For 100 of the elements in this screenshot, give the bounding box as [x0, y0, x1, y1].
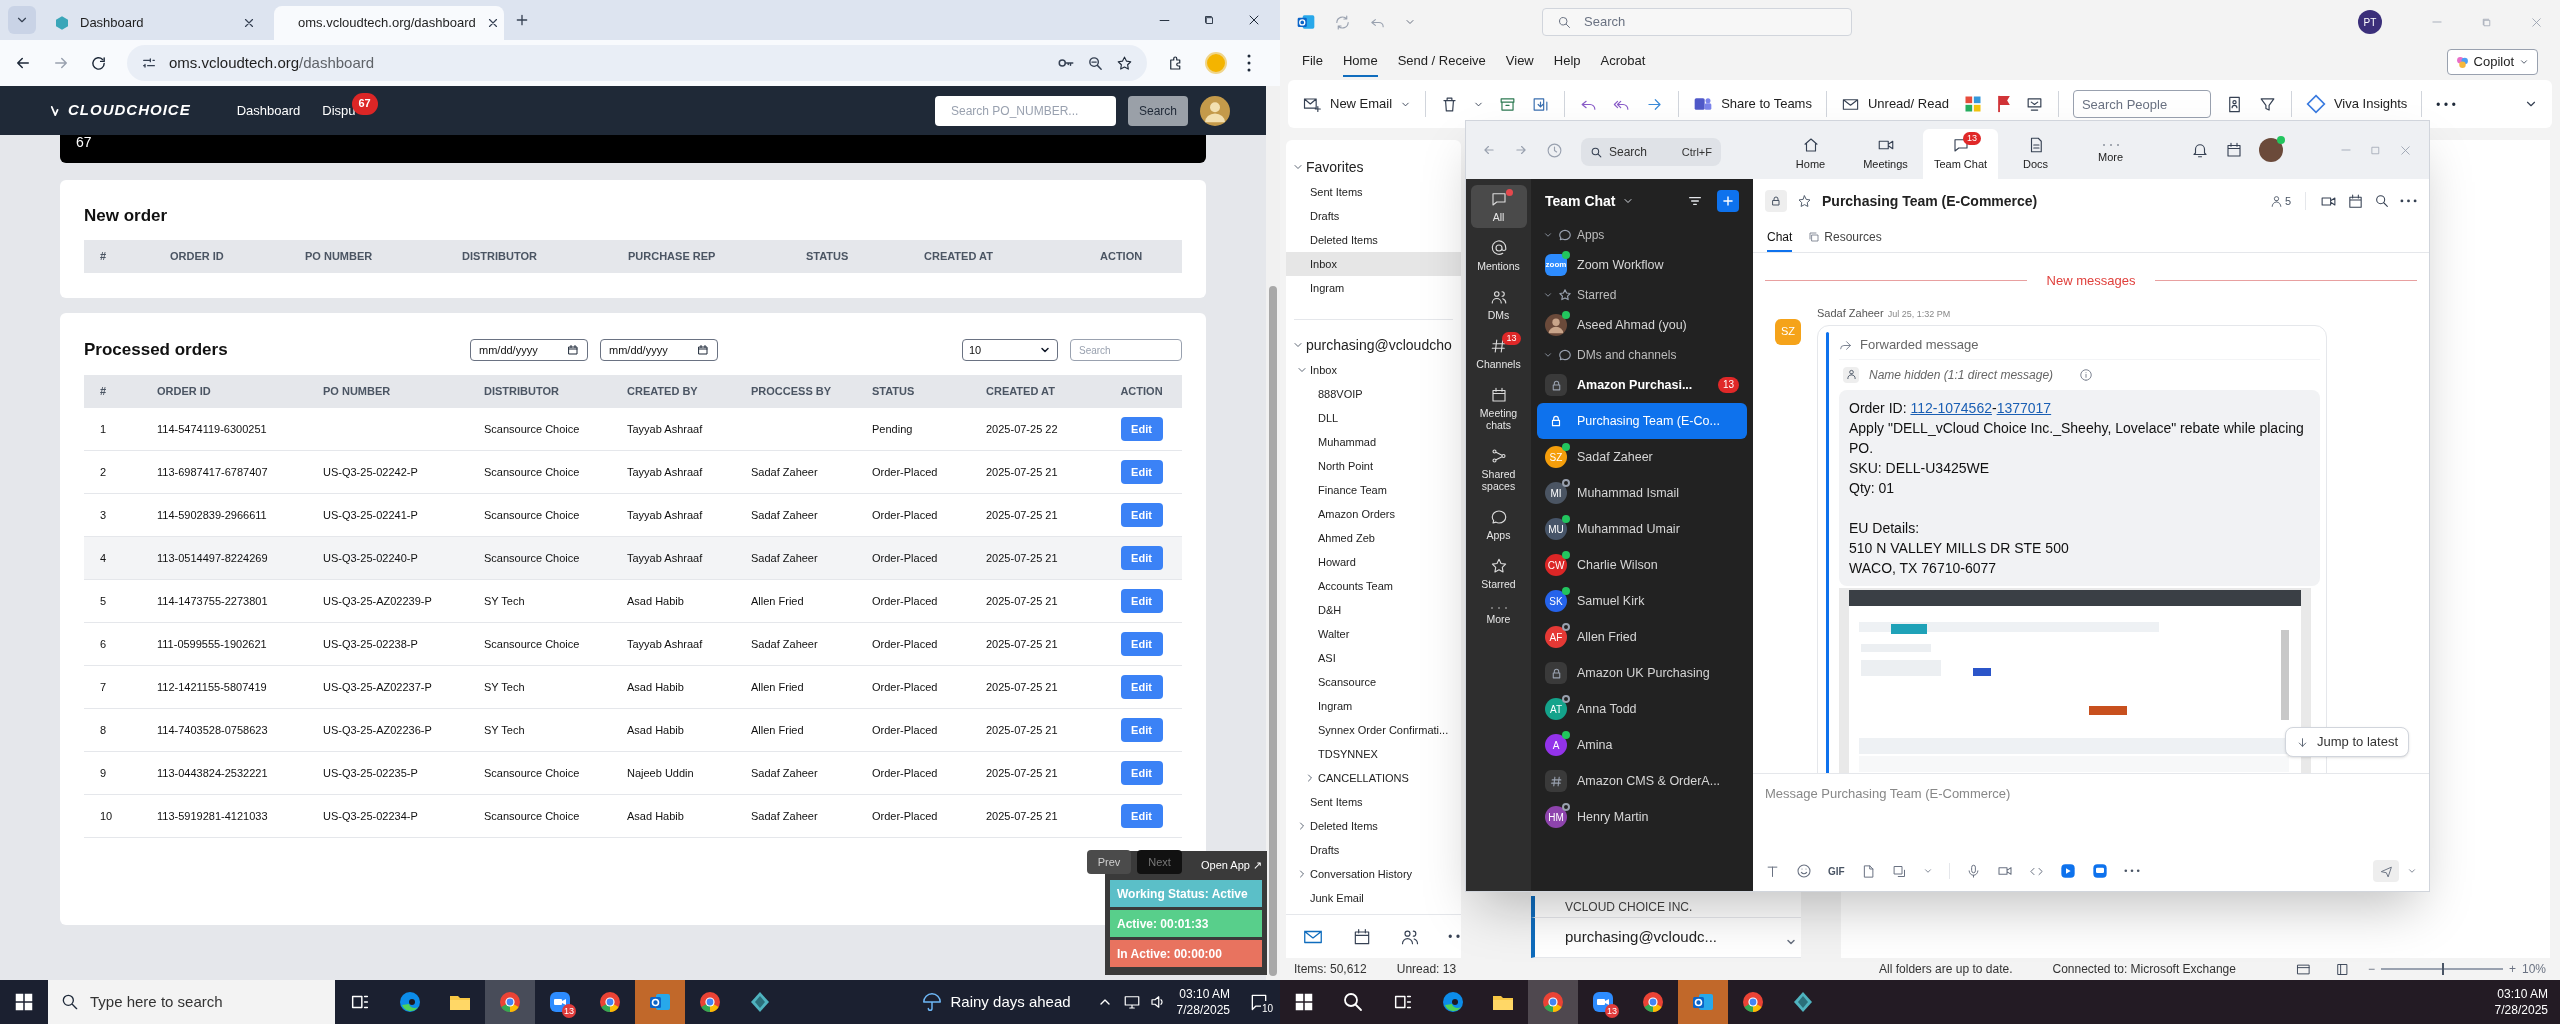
folder-item[interactable]: Walter	[1286, 622, 1461, 646]
folder-item[interactable]: Junk Email	[1286, 886, 1461, 910]
bookmark-star-icon[interactable]	[1116, 54, 1133, 72]
chat-list-item[interactable]: SK Samuel Kirk	[1537, 583, 1747, 619]
unread-button[interactable]: Unread/ Read	[1840, 94, 1949, 114]
zoom-in-button[interactable]: +	[2508, 960, 2516, 978]
section-header[interactable]: Starred	[1531, 283, 1753, 307]
zoom-out-button[interactable]: −	[2367, 960, 2375, 978]
taskbar-button[interactable]: 13	[1578, 980, 1628, 1024]
section-header[interactable]: Apps	[1531, 223, 1753, 247]
menu-tab[interactable]: Home	[1342, 47, 1378, 77]
browser-tab[interactable]: Dashboard	[40, 6, 270, 40]
new-chat-button[interactable]	[1717, 190, 1739, 212]
screenshot-icon[interactable]	[1891, 863, 1907, 879]
next-button[interactable]: Next	[1137, 850, 1182, 874]
chat-list-item[interactable]: MU Muhammad Umair	[1537, 511, 1747, 547]
chat-list-item[interactable]: Aseed Ahmad (you)	[1537, 307, 1747, 343]
account-avatar[interactable]: PT	[2358, 10, 2382, 34]
chat-list-item[interactable]: AT Anna Todd	[1537, 691, 1747, 727]
rail-item[interactable]: Shared spaces	[1470, 442, 1527, 497]
edit-button[interactable]: Edit	[1120, 761, 1163, 785]
star-icon[interactable]	[1797, 193, 1812, 209]
insights-button[interactable]: Viva Insights	[2305, 94, 2408, 114]
menu-tab[interactable]: Send / Receive	[1397, 47, 1486, 77]
share-button[interactable]: Share to Teams	[1693, 94, 1812, 114]
search-icon[interactable]	[2374, 193, 2390, 209]
info-icon[interactable]	[2079, 367, 2094, 382]
edit-button[interactable]: Edit	[1120, 546, 1163, 570]
folder-item[interactable]: Sent Items	[1286, 180, 1461, 204]
menu-icon[interactable]	[1247, 54, 1251, 72]
folder-item[interactable]: TDSYNNEX	[1286, 742, 1461, 766]
chat-list-item[interactable]: CW Charlie Wilson	[1537, 547, 1747, 583]
menu-tab[interactable]: Acrobat	[1600, 47, 1646, 77]
folder-item[interactable]: Inbox	[1286, 358, 1461, 382]
rail-item[interactable]: DMs	[1470, 283, 1527, 326]
new-email-button[interactable]: New Email	[1302, 94, 1412, 114]
nav-link[interactable]: Dashboard	[236, 100, 301, 121]
order-link[interactable]: 1377017	[1996, 399, 2052, 416]
nav-tab[interactable]: Docs	[1998, 129, 2073, 179]
bell-icon[interactable]	[2191, 141, 2209, 159]
menu-tab[interactable]: File	[1302, 47, 1323, 77]
edit-button[interactable]: Edit	[1120, 503, 1163, 527]
nav-tab[interactable]: More	[2073, 129, 2148, 179]
date-field[interactable]: mm/dd/yyyy	[470, 339, 588, 361]
menu-tab[interactable]: Help	[1553, 47, 1581, 77]
edit-button[interactable]: Edit	[1120, 675, 1163, 699]
rail-item[interactable]: Apps	[1470, 503, 1527, 546]
members-button[interactable]: 5	[2269, 192, 2291, 210]
search-button[interactable]: Search	[1127, 95, 1188, 126]
edit-button[interactable]: Edit	[1120, 460, 1163, 484]
folder-item[interactable]: purchasing@vcloudcho	[1286, 332, 1461, 358]
more-icon[interactable]	[2436, 101, 2457, 107]
folder-item[interactable]: Drafts	[1286, 838, 1461, 862]
folder-item[interactable]: Scansource	[1286, 670, 1461, 694]
chat-list-item[interactable]: HM Henry Martin	[1537, 799, 1747, 835]
order-link[interactable]: 112-1074562	[1910, 399, 1992, 416]
reading-view-icon[interactable]	[2334, 961, 2350, 977]
rail-item[interactable]: More	[1470, 601, 1527, 630]
edit-button[interactable]: Edit	[1120, 632, 1163, 656]
nav-tab[interactable]: Team Chat 13	[1923, 129, 1998, 179]
edit-button[interactable]: Edit	[1120, 718, 1163, 742]
folder-item[interactable]: Favorites	[1286, 154, 1461, 180]
folder-item[interactable]: Muhammad	[1286, 430, 1461, 454]
emoji-icon[interactable]	[1796, 863, 1812, 879]
zoom-slider[interactable]	[2380, 963, 2503, 975]
new-tab-icon[interactable]	[514, 12, 530, 28]
folder-item[interactable]: Deleted Items	[1286, 228, 1461, 252]
chat-list-item[interactable]: zoom Zoom Workflow	[1537, 247, 1747, 283]
rail-item[interactable]: Meeting chats	[1470, 381, 1527, 436]
scrollbar-thumb[interactable]	[1269, 286, 1277, 976]
restore-icon[interactable]	[1202, 13, 1216, 27]
folder-item[interactable]: Conversation History	[1286, 862, 1461, 886]
folder-item[interactable]: Finance Team	[1286, 478, 1461, 502]
normal-view-icon[interactable]	[2295, 961, 2311, 977]
close-icon[interactable]	[242, 16, 256, 30]
message-item[interactable]: purchasing@vcloudc...	[1531, 918, 1801, 958]
chat-list-item[interactable]: AF Allen Fried	[1537, 619, 1747, 655]
edit-button[interactable]: Edit	[1120, 589, 1163, 613]
chat-tab[interactable]: Chat	[1767, 224, 1793, 252]
profile-avatar[interactable]	[2259, 138, 2283, 162]
folder-item[interactable]: DLL	[1286, 406, 1461, 430]
folder-item[interactable]: 888VOIP	[1286, 382, 1461, 406]
search-field[interactable]: Search People	[2072, 90, 2211, 118]
folder-item[interactable]: Sent Items	[1286, 790, 1461, 814]
search-field[interactable]: Type here to search	[48, 980, 335, 1024]
edit-button[interactable]: Edit	[1120, 417, 1163, 441]
section-header[interactable]: DMs and channels	[1531, 343, 1753, 367]
search-field[interactable]: Search PO_NUMBER...	[934, 95, 1116, 126]
reload-icon[interactable]	[90, 54, 107, 72]
chat-list-item[interactable]: Amazon CMS & OrderA...	[1537, 763, 1747, 799]
calendar-icon[interactable]	[2347, 192, 2364, 210]
message-input[interactable]: Message Purchasing Team (E-Commerce)	[1765, 774, 2417, 851]
nav-tab[interactable]: Meetings	[1848, 129, 1923, 179]
more-icon[interactable]	[2400, 199, 2417, 203]
calendar-icon[interactable]	[2225, 141, 2243, 159]
rail-item[interactable]: Starred	[1470, 552, 1527, 595]
calendar-icon[interactable]	[1352, 926, 1372, 947]
more-icon[interactable]	[2123, 869, 2140, 873]
folder-item[interactable]: North Point	[1286, 454, 1461, 478]
nav-tab[interactable]: Home	[1773, 129, 1848, 179]
